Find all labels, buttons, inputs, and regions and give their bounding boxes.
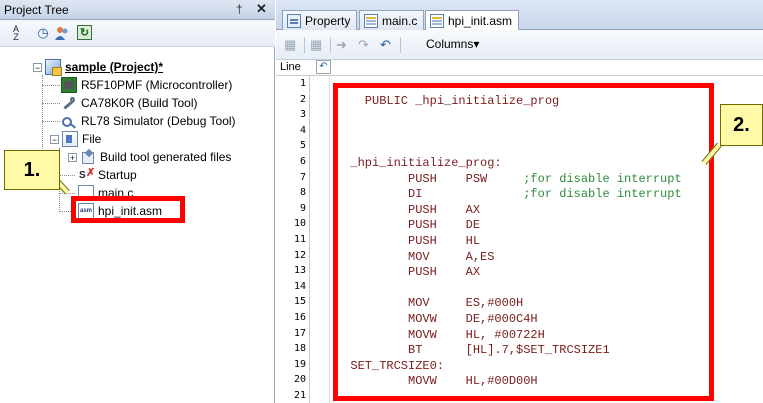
callout-badge-1: 1.: [4, 150, 60, 190]
microcontroller-icon: [61, 77, 77, 93]
tree-item-label: File: [82, 132, 102, 146]
project-tree-panel: Project Tree † ✕ AZ ◷ ↻ − sample (Projec…: [0, 0, 275, 403]
undo-icon[interactable]: ↶: [380, 37, 391, 53]
collapse-icon[interactable]: −: [33, 62, 42, 72]
tree-item-label: R5F10PMF (Microcontroller): [81, 78, 233, 92]
line-number: 17: [293, 327, 306, 339]
project-tree-titlebar: Project Tree † ✕: [0, 0, 275, 20]
tree-item-label: RL78 Simulator (Debug Tool): [81, 114, 236, 128]
project-tree-toolbar: AZ ◷ ↻: [0, 20, 275, 47]
bookmark-icon[interactable]: ▦: [284, 37, 296, 53]
tree-item-project[interactable]: − sample (Project)*: [33, 58, 163, 76]
tree-guide: [42, 103, 60, 104]
tree-item-microcontroller[interactable]: R5F10PMF (Microcontroller): [61, 76, 232, 94]
generated-files-icon: [80, 149, 96, 165]
tree-item-file-folder[interactable]: − File: [50, 130, 101, 148]
line-number: 3: [299, 109, 306, 121]
line-number: 5: [299, 140, 306, 152]
line-number: 9: [299, 202, 306, 214]
refresh-icon[interactable]: ↻: [77, 25, 92, 40]
line-number: 15: [293, 296, 306, 308]
tab-label: main.c: [382, 13, 418, 28]
tree-item-label: Build tool generated files: [100, 150, 232, 164]
editor-column-header: Line ↶: [276, 60, 763, 76]
project-icon: [45, 59, 62, 76]
tree-guide: [42, 85, 60, 86]
line-number: 21: [293, 390, 306, 401]
startup-icon: S ✗: [79, 167, 96, 181]
tree-item-label: CA78K0R (Build Tool): [81, 96, 198, 110]
pin-icon[interactable]: †: [236, 2, 243, 16]
tab-property[interactable]: Property: [282, 10, 358, 30]
members-icon[interactable]: [54, 25, 70, 41]
line-number: 6: [299, 156, 306, 167]
columns-label: Columns: [426, 37, 474, 51]
tab-hpi-init-asm[interactable]: hpi_init.asm: [425, 10, 520, 31]
marker-column-icon[interactable]: ↶: [316, 60, 331, 74]
line-number: 4: [299, 124, 306, 136]
bookmark-clear-icon[interactable]: ▦: [310, 37, 322, 53]
marker-column: [310, 76, 330, 403]
expand-icon[interactable]: +: [68, 152, 77, 162]
line-number: 10: [293, 218, 306, 230]
tab-main-c[interactable]: main.c: [359, 10, 425, 30]
line-number: 2: [299, 93, 306, 105]
highlight-box-editor: [333, 83, 714, 401]
debug-tool-icon: [61, 113, 77, 129]
property-icon: [287, 13, 301, 28]
line-number: 13: [293, 265, 306, 277]
line-column-header: Line: [280, 61, 301, 73]
redo-icon[interactable]: ↷: [358, 37, 369, 53]
tree-item-label: sample (Project)*: [65, 60, 164, 74]
toolbar-separator: [400, 37, 401, 53]
toolbar-separator: [330, 37, 331, 53]
editor-toolbar: ▦ ▦ ➜ ↷ ↶ Columns▾: [276, 30, 763, 60]
history-icon[interactable]: ◷: [35, 25, 51, 41]
line-number-gutter: 1 2 3 4 5 6 7 8 9 10 11 12 13 14 15 16 17 18 19 20 21: [276, 76, 310, 403]
toolbar-separator: [304, 37, 305, 53]
chevron-down-icon: ▾: [473, 37, 480, 51]
line-number: 7: [299, 171, 306, 183]
line-number: 14: [293, 280, 306, 292]
line-number: 11: [293, 234, 306, 245]
line-number: 8: [299, 187, 306, 199]
tab-label: Property: [305, 13, 351, 28]
sort-az-icon[interactable]: AZ: [8, 25, 24, 42]
document-icon: [364, 13, 378, 28]
callout-badge-2: 2.: [720, 104, 763, 146]
line-number: 19: [293, 358, 306, 370]
highlight-box-file: [71, 196, 185, 223]
tree-guide: [42, 121, 60, 122]
tree-item-label: Startup: [98, 168, 137, 182]
close-icon[interactable]: ✕: [256, 1, 267, 17]
go-forward-icon[interactable]: ➜: [336, 37, 347, 53]
line-number: 20: [293, 374, 306, 386]
tree-item-build-tool[interactable]: CA78K0R (Build Tool): [61, 94, 198, 112]
tree-guide: [59, 193, 75, 194]
columns-menu[interactable]: Columns▾: [426, 37, 479, 51]
line-number: 12: [293, 249, 306, 261]
file-folder-icon: [62, 131, 78, 147]
tree-item-startup[interactable]: S ✗ Startup: [78, 166, 137, 184]
tab-label: hpi_init.asm: [448, 14, 513, 28]
build-tool-icon: [61, 95, 77, 111]
tree-guide: [59, 175, 75, 176]
tree-item-debug-tool[interactable]: RL78 Simulator (Debug Tool): [61, 112, 236, 130]
collapse-icon[interactable]: −: [50, 134, 59, 144]
line-number: 18: [293, 343, 306, 355]
line-number: 16: [293, 312, 306, 323]
panel-title: Project Tree: [4, 3, 69, 17]
line-number: 1: [299, 78, 306, 89]
document-icon: [430, 14, 444, 28]
tree-item-generated-files[interactable]: + Build tool generated files: [68, 148, 231, 166]
editor-tab-bar: Property main.c hpi_init.asm: [276, 0, 763, 31]
